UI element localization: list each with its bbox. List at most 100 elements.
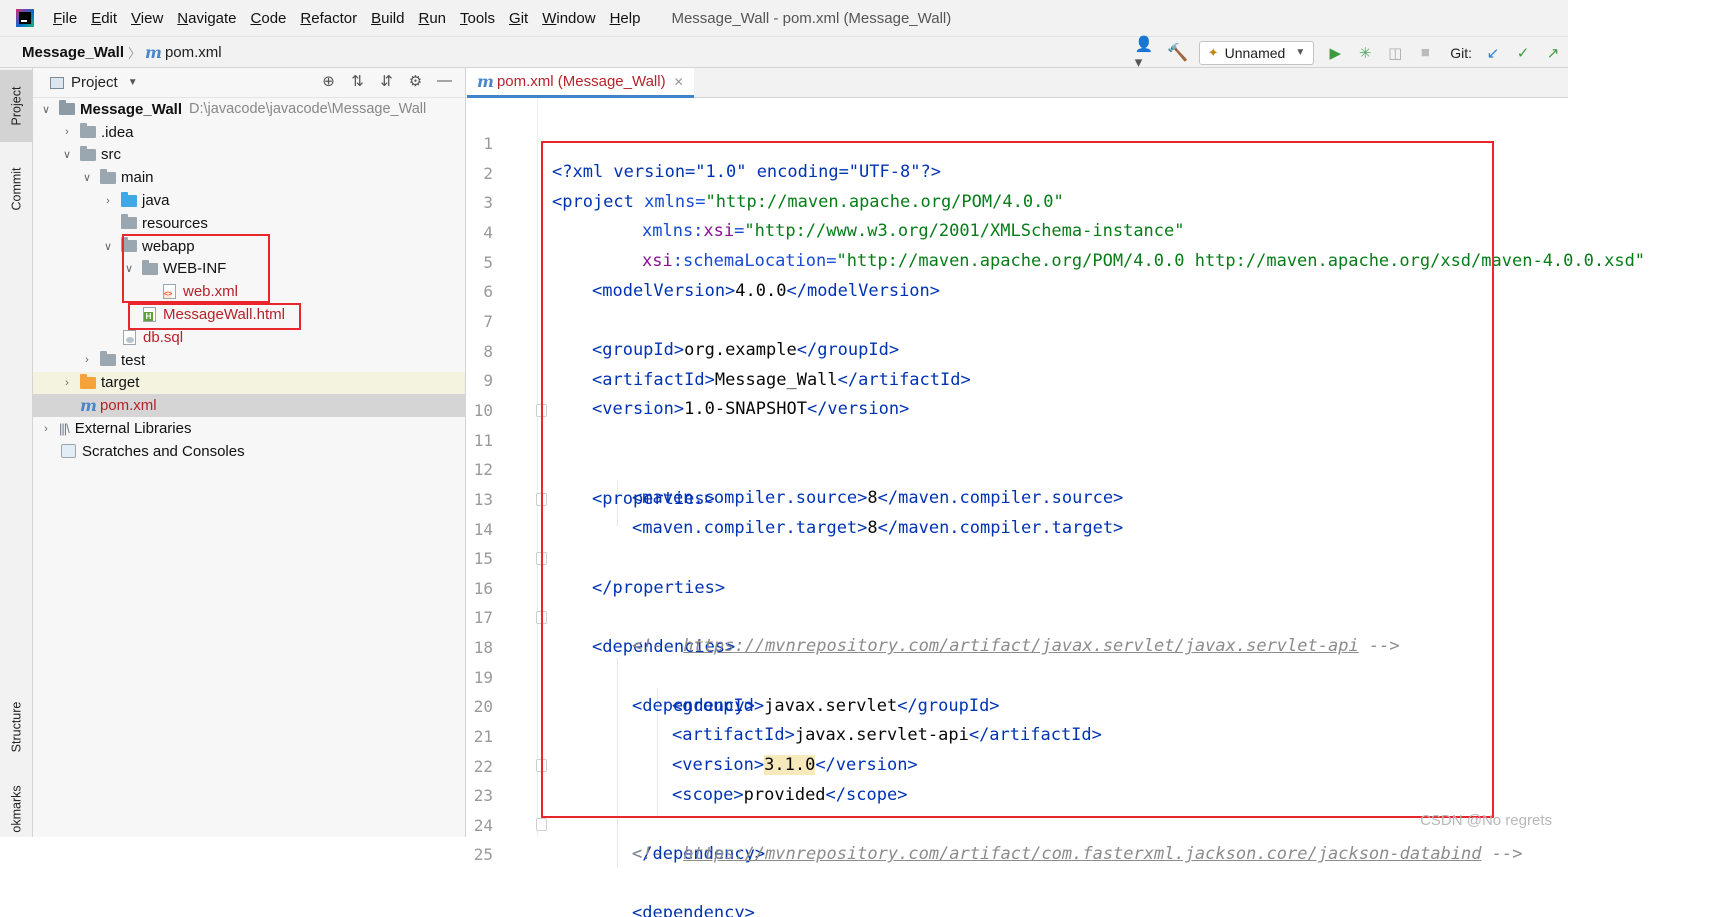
commit-tool-tab-label: Commit bbox=[9, 167, 24, 211]
tree-node-target[interactable]: › target bbox=[33, 371, 465, 395]
tree-node-label: pom.xml bbox=[99, 397, 157, 415]
breadcrumb-project[interactable]: Message_Wall bbox=[22, 44, 124, 61]
menu-view[interactable]: View bbox=[124, 10, 170, 27]
annotation-box-code bbox=[541, 141, 1494, 818]
locate-file-icon[interactable]: ⊕ bbox=[314, 72, 343, 90]
git-push-icon[interactable]: ↗ bbox=[1540, 40, 1566, 66]
chevron-right-icon[interactable]: › bbox=[101, 195, 115, 207]
project-panel-header: Project ▼ ⊕ ⇅ ⇵ ⚙ — bbox=[33, 68, 465, 98]
tree-node-root[interactable]: ∨ Message_Wall D:\javacode\javacode\Mess… bbox=[33, 98, 465, 121]
menu-refactor[interactable]: Refactor bbox=[293, 10, 364, 27]
chevron-down-icon[interactable]: ∨ bbox=[101, 240, 115, 253]
git-update-icon[interactable]: ↙ bbox=[1480, 40, 1506, 66]
tomcat-config-icon: ✦ bbox=[1207, 44, 1219, 60]
editor-tab-label: pom.xml (Message_Wall) bbox=[496, 73, 666, 90]
comment-link[interactable]: https://mvnrepository.com/artifact/com.f… bbox=[683, 844, 1481, 864]
project-view-icon bbox=[50, 76, 64, 89]
tree-node-label: Scratches and Consoles bbox=[82, 442, 245, 460]
fold-marker-icon[interactable] bbox=[536, 818, 547, 831]
module-folder-icon bbox=[59, 100, 75, 116]
run-configuration-select[interactable]: ✦ Unnamed ▼ bbox=[1198, 40, 1315, 65]
chevron-down-icon[interactable]: ∨ bbox=[60, 148, 74, 161]
tree-node-label: target bbox=[101, 374, 140, 392]
project-panel-title[interactable]: Project bbox=[71, 74, 118, 91]
run-icon[interactable]: ▶ bbox=[1322, 40, 1348, 66]
chevron-down-icon[interactable]: ∨ bbox=[39, 103, 53, 116]
tree-node-label: main bbox=[121, 169, 154, 187]
chevron-right-icon[interactable]: › bbox=[60, 126, 74, 138]
annotation-box-messagewall-html bbox=[128, 303, 301, 330]
libraries-icon: |||\ bbox=[59, 421, 70, 437]
tree-node-label: src bbox=[101, 146, 121, 164]
code-text: <dependency> bbox=[632, 899, 755, 917]
bookmarks-tool-tab-label: okmarks bbox=[9, 785, 24, 833]
code-line[interactable]: 1 <?xml version="1.0" encoding="UTF-8"?> bbox=[467, 99, 1568, 183]
tree-node-resources[interactable]: resources bbox=[33, 212, 465, 235]
tree-node-label: .idea bbox=[101, 123, 134, 141]
menu-code[interactable]: Code bbox=[244, 10, 294, 27]
editor-tab-pom-xml[interactable]: m pom.xml (Message_Wall) ✕ bbox=[467, 68, 694, 98]
tree-node-external-libraries[interactable]: › |||\ External Libraries bbox=[33, 417, 465, 440]
editor-tab-bar: m pom.xml (Message_Wall) ✕ bbox=[467, 68, 1568, 98]
xml-comment: --> bbox=[1481, 844, 1523, 865]
folder-icon bbox=[100, 351, 116, 367]
chevron-down-icon[interactable]: ∨ bbox=[80, 171, 94, 184]
menu-window[interactable]: Window bbox=[535, 10, 602, 27]
bookmarks-tool-tab[interactable]: okmarks bbox=[0, 780, 33, 838]
tree-node-src[interactable]: ∨ src bbox=[33, 144, 465, 167]
expand-all-icon[interactable]: ⇅ bbox=[343, 72, 372, 90]
tree-node-test[interactable]: › test bbox=[33, 349, 465, 372]
chevron-right-icon[interactable]: › bbox=[60, 377, 74, 389]
hide-panel-icon[interactable]: — bbox=[430, 72, 459, 90]
project-tool-tab[interactable]: Project bbox=[0, 70, 33, 142]
window-title: Message_Wall - pom.xml (Message_Wall) bbox=[671, 9, 952, 27]
line-number: 25 bbox=[473, 844, 493, 864]
chevron-right-icon[interactable]: › bbox=[39, 423, 53, 435]
left-tool-strip: Project Commit Structure okmarks bbox=[0, 68, 33, 837]
menu-help[interactable]: Help bbox=[603, 10, 648, 27]
collapse-all-icon[interactable]: ⇵ bbox=[372, 72, 401, 90]
menu-git[interactable]: Git bbox=[502, 10, 535, 27]
structure-tool-tab-label: Structure bbox=[9, 701, 24, 753]
menu-navigate[interactable]: Navigate bbox=[170, 10, 243, 27]
main-toolbar: 👤▾ 🔨 ✦ Unnamed ▼ ▶ ✳ ◫ ■ Git: ↙ ✓ ↗ bbox=[1133, 36, 1568, 71]
breadcrumb-file[interactable]: pom.xml bbox=[165, 44, 222, 61]
scratches-icon bbox=[61, 444, 76, 459]
structure-tool-tab[interactable]: Structure bbox=[0, 686, 33, 768]
chevron-right-icon[interactable]: › bbox=[80, 354, 94, 366]
xml-tag: <dependency> bbox=[632, 903, 755, 917]
project-path: D:\javacode\javacode\Message_Wall bbox=[189, 101, 427, 118]
code-text: <!-- https://mvnrepository.com/artifact/… bbox=[632, 840, 1522, 870]
run-configuration-label: Unnamed bbox=[1224, 44, 1286, 61]
tree-node-scratches[interactable]: Scratches and Consoles bbox=[33, 440, 465, 463]
menu-run[interactable]: Run bbox=[411, 10, 453, 27]
menu-edit[interactable]: Edit bbox=[84, 10, 124, 27]
watermark: CSDN @No regrets bbox=[1420, 812, 1552, 829]
tree-node-idea[interactable]: › .idea bbox=[33, 121, 465, 144]
folder-icon bbox=[100, 168, 116, 184]
intellij-logo-icon bbox=[16, 9, 34, 27]
debug-bug-icon[interactable]: ✳ bbox=[1352, 40, 1378, 66]
commit-tool-tab[interactable]: Commit bbox=[0, 154, 33, 224]
menu-build[interactable]: Build bbox=[364, 10, 411, 27]
annotation-box-webapp bbox=[122, 234, 270, 303]
user-account-icon[interactable]: 👤▾ bbox=[1135, 36, 1161, 71]
menu-file[interactable]: File bbox=[46, 10, 84, 27]
tree-node-main[interactable]: ∨ main bbox=[33, 166, 465, 189]
gear-icon[interactable]: ⚙ bbox=[401, 72, 430, 90]
close-icon[interactable]: ✕ bbox=[674, 75, 684, 89]
tree-node-java[interactable]: › java bbox=[33, 189, 465, 212]
editor: m pom.xml (Message_Wall) ✕ 1 <?xml versi… bbox=[467, 68, 1645, 917]
coverage-icon[interactable]: ◫ bbox=[1382, 40, 1408, 66]
git-label: Git: bbox=[1450, 44, 1472, 61]
source-folder-icon bbox=[121, 191, 137, 207]
tree-node-pom-xml[interactable]: m pom.xml bbox=[33, 394, 465, 418]
stop-icon[interactable]: ■ bbox=[1412, 40, 1438, 66]
git-commit-check-icon[interactable]: ✓ bbox=[1510, 40, 1536, 66]
build-hammer-icon[interactable]: 🔨 bbox=[1165, 40, 1191, 66]
menu-tools[interactable]: Tools bbox=[453, 10, 502, 27]
resources-folder-icon bbox=[121, 214, 137, 230]
folder-icon bbox=[80, 123, 96, 139]
chevron-down-icon[interactable]: ▼ bbox=[128, 77, 138, 88]
sql-file-icon bbox=[123, 329, 136, 345]
